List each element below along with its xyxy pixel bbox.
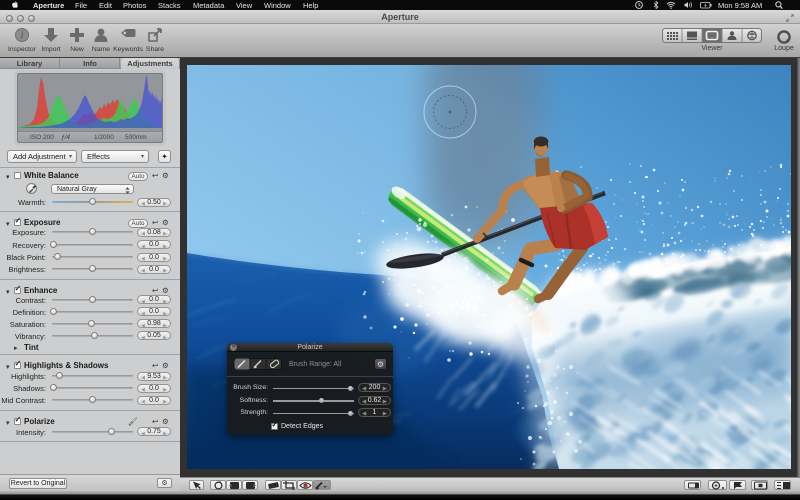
svg-text:i: i [21, 31, 24, 42]
